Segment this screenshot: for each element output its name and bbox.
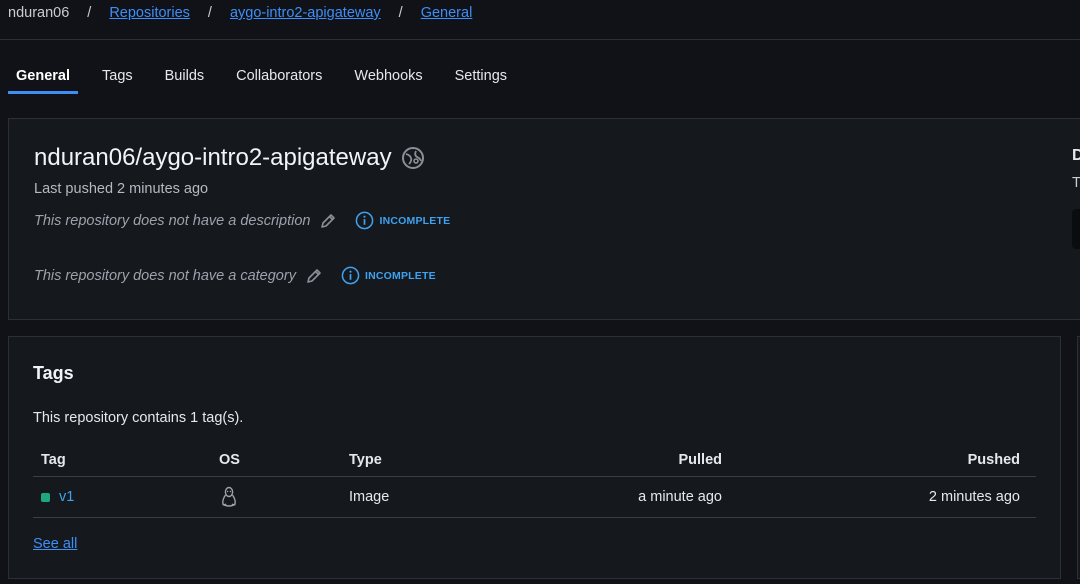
tags-card: Tags This repository contains 1 tag(s). …: [8, 336, 1061, 579]
breadcrumb: nduran06 / Repositories / aygo-intro2-ap…: [0, 0, 1080, 40]
column-header-type: Type: [349, 451, 382, 468]
incomplete-label: INCOMPLETE: [379, 214, 451, 227]
repo-title-row: nduran06/aygo-intro2-apigateway: [34, 144, 425, 172]
side-panel-text: T: [1072, 175, 1080, 191]
breadcrumb-general-link[interactable]: General: [421, 5, 473, 21]
see-all-link[interactable]: See all: [33, 536, 77, 552]
table-header: Tag OS Type Pulled Pushed: [33, 443, 1036, 477]
breadcrumb-repositories-link[interactable]: Repositories: [109, 5, 190, 21]
pushed-cell: 2 minutes ago: [928, 489, 1020, 505]
tab-collaborators[interactable]: Collaborators: [228, 66, 330, 94]
tab-tags[interactable]: Tags: [94, 66, 141, 94]
incomplete-label: INCOMPLETE: [364, 269, 436, 282]
side-panel-heading: D: [1072, 147, 1080, 164]
tag-cell: v1: [33, 489, 219, 505]
breadcrumb-repo-link[interactable]: aygo-intro2-apigateway: [230, 5, 381, 21]
breadcrumb-separator: /: [87, 5, 92, 21]
category-row: This repository does not have a category…: [34, 266, 436, 285]
category-placeholder: This repository does not have a category: [34, 267, 296, 284]
pulled-cell: a minute ago: [638, 489, 722, 505]
last-pushed-text: Last pushed 2 minutes ago: [34, 181, 209, 197]
info-icon: [356, 211, 374, 230]
status-dot: [41, 492, 50, 502]
repo-title: nduran06/aygo-intro2-apigateway: [34, 144, 392, 171]
os-cell: [219, 486, 349, 508]
tab-builds[interactable]: Builds: [157, 66, 213, 94]
tags-heading: Tags: [33, 363, 74, 383]
tags-count-text: This repository contains 1 tag(s).: [33, 410, 244, 426]
description-row: This repository does not have a descript…: [34, 211, 450, 230]
column-header-tag: Tag: [41, 451, 66, 468]
breadcrumb-user: nduran06: [8, 5, 70, 21]
tab-bar: General Tags Builds Collaborators Webhoo…: [8, 66, 531, 96]
table-row: v1 Image a minute ago 2 minutes ago: [33, 477, 1036, 518]
category-incomplete-badge: INCOMPLETE: [341, 266, 436, 285]
tab-webhooks[interactable]: Webhooks: [346, 66, 430, 94]
edit-category-pencil-icon[interactable]: [305, 267, 323, 285]
description-placeholder: This repository does not have a descript…: [34, 212, 311, 229]
info-icon: [341, 266, 360, 285]
edit-description-pencil-icon[interactable]: [319, 212, 337, 230]
linux-icon: [222, 486, 236, 507]
tags-table: Tag OS Type Pulled Pushed v1 Image a min…: [33, 443, 1036, 518]
tag-link[interactable]: v1: [59, 489, 74, 505]
type-cell: Image: [349, 489, 390, 505]
tab-settings[interactable]: Settings: [447, 66, 515, 94]
breadcrumb-separator: /: [398, 5, 403, 21]
public-globe-icon: [401, 146, 425, 170]
tab-general[interactable]: General: [8, 66, 78, 94]
side-panel-command-box[interactable]: [1072, 209, 1080, 249]
column-header-pushed: Pushed: [967, 451, 1020, 468]
column-header-pulled: Pulled: [678, 451, 722, 468]
column-header-os: OS: [219, 451, 240, 468]
repo-info-card: nduran06/aygo-intro2-apigateway Last pus…: [8, 118, 1080, 320]
description-incomplete-badge: INCOMPLETE: [355, 211, 450, 230]
breadcrumb-separator: /: [207, 5, 212, 21]
